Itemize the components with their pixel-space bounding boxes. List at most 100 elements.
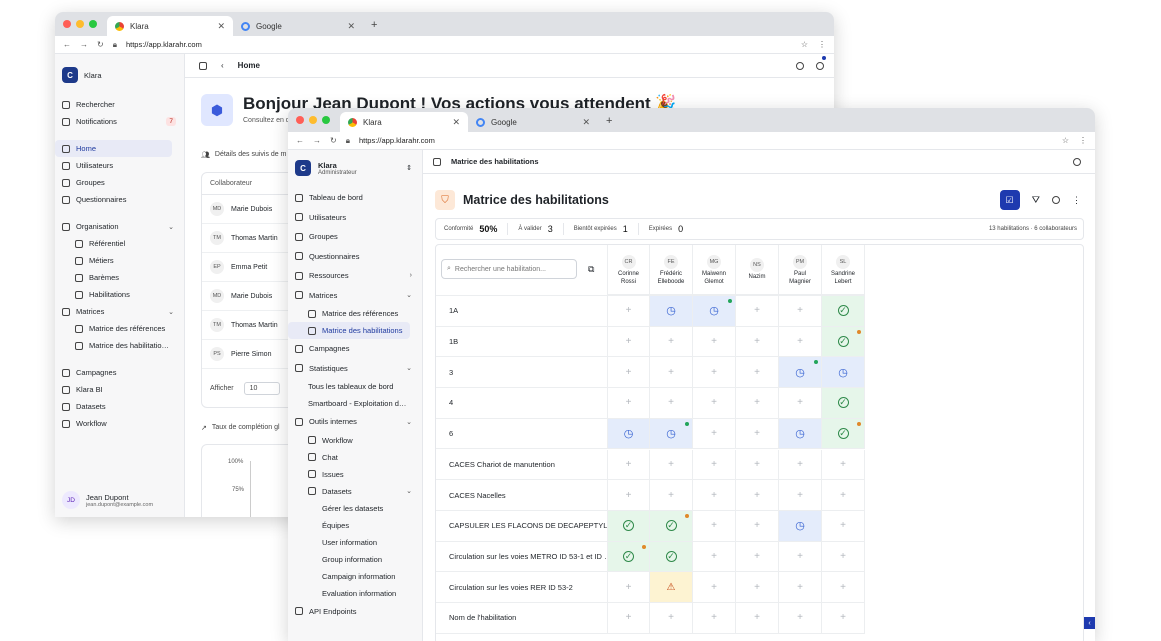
close-tab-icon[interactable]: ✕ [452, 117, 460, 128]
user-profile[interactable]: JD Jean Dupont jean.dupont@example.com [62, 491, 153, 509]
sidebar-item[interactable]: Questionnaires [55, 191, 184, 208]
matrix-cell[interactable]: + [779, 449, 822, 481]
close-window-button[interactable] [296, 116, 304, 124]
matrix-cell[interactable]: + [779, 480, 822, 511]
maximize-window-button[interactable] [89, 20, 97, 28]
sidebar-item[interactable]: Group information [288, 551, 422, 568]
help-icon[interactable] [1073, 157, 1081, 166]
habilitation-row-label[interactable]: 1A [436, 296, 607, 327]
sidebar-item[interactable]: Barèmes [55, 269, 184, 286]
forward-arrow-icon[interactable]: → [80, 40, 88, 49]
maximize-window-button[interactable] [322, 116, 330, 124]
sidebar-item[interactable]: Datasets [55, 398, 184, 415]
habilitation-row-label[interactable]: 4 [436, 388, 607, 419]
sidebar-item[interactable]: API Endpoints [288, 602, 422, 622]
reload-icon[interactable]: ↻ [330, 136, 337, 145]
matrix-cell[interactable]: + [693, 572, 736, 603]
sidebar-toggle-icon[interactable] [433, 157, 441, 166]
matrix-cell[interactable]: ◷ [822, 357, 865, 389]
browser-tab-google[interactable]: Google ✕ [468, 112, 598, 132]
matrix-cell[interactable]: + [693, 357, 736, 389]
sidebar-item[interactable]: Chat [288, 449, 422, 466]
sidebar-item[interactable]: Métiers [55, 252, 184, 269]
matrix-cell[interactable]: + [779, 541, 822, 573]
habilitation-row-label[interactable]: 3 [436, 357, 607, 389]
matrix-cell[interactable]: + [736, 480, 779, 511]
matrix-cell[interactable]: + [736, 326, 779, 358]
matrix-cell[interactable]: + [607, 296, 650, 327]
new-tab-icon[interactable]: + [363, 19, 377, 36]
sidebar-item[interactable]: Utilisateurs [288, 208, 422, 228]
sidebar-item[interactable]: Evaluation information [288, 585, 422, 602]
url-field[interactable]: https://app.klarahr.com [126, 40, 202, 49]
matrix-cell[interactable]: + [607, 480, 650, 511]
matrix-cell[interactable]: + [779, 603, 822, 634]
sidebar-item[interactable]: Klara BI [55, 381, 184, 398]
person-column-header[interactable]: CR Corinne Rossi [607, 245, 650, 295]
sidebar-item[interactable]: Smartboard - Exploitation d… [288, 395, 422, 412]
sidebar-item[interactable]: Datasets ⌄ [288, 483, 422, 500]
sidebar-item[interactable]: Outils internes ⌄ [288, 412, 422, 432]
matrix-cell[interactable]: + [736, 296, 779, 327]
sidebar-item[interactable]: Matrice des habilitations [288, 322, 410, 339]
sidebar-item[interactable]: Organisation ⌄ [55, 218, 184, 235]
matrix-cell[interactable]: + [779, 572, 822, 603]
sidebar-item[interactable]: Issues [288, 466, 422, 483]
sidebar-item[interactable]: Matrice des habilitatio… [55, 337, 184, 354]
matrix-cell[interactable]: + [693, 449, 736, 481]
minimize-window-button[interactable] [309, 116, 317, 124]
search-box[interactable]: ⌕ Rechercher une habilitation... [441, 259, 577, 279]
help-icon[interactable] [1052, 196, 1060, 204]
matrix-cell[interactable]: + [736, 572, 779, 603]
matrix-cell[interactable]: + [822, 541, 865, 573]
matrix-cell[interactable]: ✓ [650, 510, 693, 542]
sidebar-item[interactable]: Équipes [288, 517, 422, 534]
close-tab-icon[interactable]: ✕ [347, 21, 355, 32]
matrix-cell[interactable]: + [607, 449, 650, 481]
browser-tab-klara[interactable]: Klara ✕ [340, 112, 468, 132]
matrix-cell[interactable]: ◷ [650, 418, 693, 450]
sidebar-item[interactable]: Tableau de bord [288, 188, 422, 208]
matrix-cell[interactable]: + [650, 388, 693, 419]
sidebar-item[interactable]: Groupes [288, 227, 422, 247]
matrix-cell[interactable]: + [607, 388, 650, 419]
new-tab-icon[interactable]: + [598, 115, 612, 132]
sidebar-item[interactable]: Groupes [55, 174, 184, 191]
habilitation-row-label[interactable]: 6 [436, 419, 607, 450]
help-icon[interactable] [816, 61, 824, 70]
sidebar-item[interactable]: Ressources › [288, 266, 422, 286]
matrix-cell[interactable]: ◷ [607, 418, 650, 450]
sidebar-item[interactable]: Home [55, 140, 172, 157]
sidebar-item[interactable]: Gérer les datasets [288, 500, 422, 517]
close-tab-icon[interactable]: ✕ [582, 117, 590, 128]
person-column-header[interactable]: SL Sandrine Lebert [822, 245, 865, 295]
matrix-cell[interactable]: + [650, 326, 693, 358]
sidebar-item[interactable]: Workflow [288, 432, 422, 449]
matrix-cell[interactable]: ◷ [650, 296, 693, 327]
sidebar-item[interactable]: Matrices ⌄ [55, 303, 184, 320]
url-field[interactable]: https://app.klarahr.com [359, 136, 435, 145]
matrix-cell[interactable]: + [693, 541, 736, 573]
matrix-cell[interactable]: ⚠ [650, 572, 693, 603]
matrix-cell[interactable]: + [822, 480, 865, 511]
browser-menu-icon[interactable]: ⋮ [1079, 136, 1087, 145]
sidebar-item[interactable]: Workflow [55, 415, 184, 432]
back-chevron-icon[interactable]: ‹ [221, 61, 224, 70]
matrix-cell[interactable]: ◷ [779, 510, 822, 542]
habilitation-row-label[interactable]: Circulation sur les voies RER ID 53-2 [436, 572, 607, 603]
matrix-cell[interactable]: + [736, 541, 779, 573]
matrix-cell[interactable]: + [822, 449, 865, 481]
matrix-cell[interactable]: + [736, 388, 779, 419]
app-brand[interactable]: C Klara [55, 64, 184, 86]
matrix-cell[interactable]: + [693, 388, 736, 419]
matrix-cell[interactable]: + [736, 418, 779, 450]
browser-menu-icon[interactable]: ⋮ [818, 40, 826, 49]
sidebar-item[interactable]: Tous les tableaux de bord [288, 378, 422, 395]
person-column-header[interactable]: FE Frédéric Elleboode [650, 245, 693, 295]
matrix-cell[interactable]: ✓ [650, 541, 693, 573]
matrix-cell[interactable]: + [607, 357, 650, 389]
matrix-cell[interactable]: + [650, 357, 693, 389]
copy-icon[interactable]: ⧉ [588, 264, 594, 275]
bookmark-star-icon[interactable]: ☆ [801, 40, 808, 49]
matrix-cell[interactable]: + [693, 510, 736, 542]
